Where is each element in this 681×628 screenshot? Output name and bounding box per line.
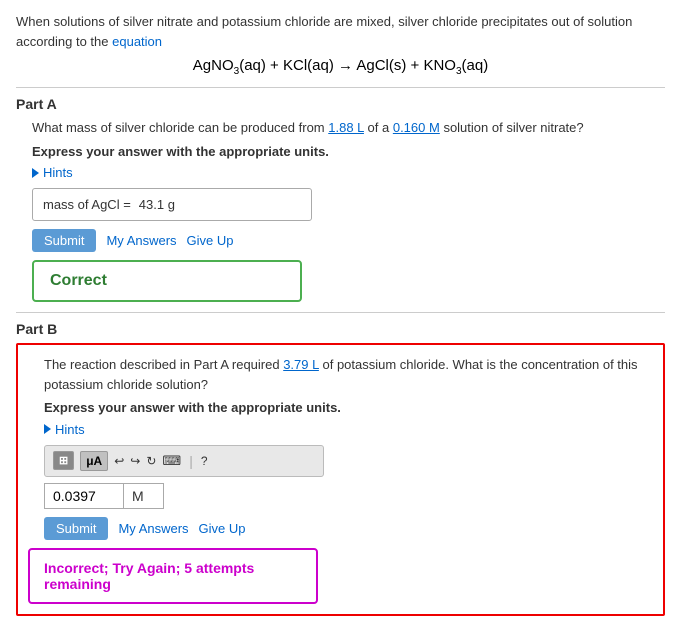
part-b-hints-label: Hints <box>55 422 85 437</box>
part-a-button-row: Submit My Answers Give Up <box>32 229 665 252</box>
intro-text: When solutions of silver nitrate and pot… <box>16 12 665 51</box>
part-a-hints-label: Hints <box>43 165 73 180</box>
part-a-answer-box: mass of AgCl = 43.1 g <box>32 188 312 221</box>
part-a-section: Part A What mass of silver chloride can … <box>16 96 665 302</box>
part-a-my-answers-link[interactable]: My Answers <box>106 233 176 248</box>
part-a-question: What mass of silver chloride can be prod… <box>32 118 665 138</box>
part-b-unit-display: M <box>124 483 164 509</box>
toolbar-redo-icon[interactable]: ↪ <box>130 454 140 468</box>
toolbar-help-icon[interactable]: ? <box>201 454 208 468</box>
part-b-question: The reaction described in Part A require… <box>44 355 653 394</box>
toolbar-undo-icon[interactable]: ↩ <box>114 454 124 468</box>
part-a-give-up-link[interactable]: Give Up <box>187 233 234 248</box>
part-b-button-row: Submit My Answers Give Up <box>44 517 653 540</box>
part-a-express: Express your answer with the appropriate… <box>32 144 665 159</box>
part-b-value-input[interactable] <box>44 483 124 509</box>
part-a-submit-button[interactable]: Submit <box>32 229 96 252</box>
part-a-answer-label: mass of AgCl = <box>43 197 131 212</box>
toolbar-refresh-icon[interactable]: ↻ <box>146 454 156 468</box>
equation: AgNO3(aq) + KCl(aq) → AgCl(s) + KNO3(aq) <box>16 57 665 77</box>
correct-banner: Correct <box>32 260 302 302</box>
part-b-section: Part B The reaction described in Part A … <box>16 321 665 616</box>
part-b-give-up-link[interactable]: Give Up <box>199 521 246 536</box>
part-b-hints-triangle-icon <box>44 424 51 434</box>
part-b-submit-button[interactable]: Submit <box>44 517 108 540</box>
toolbar-keyboard-icon[interactable]: ⌨ <box>162 453 181 469</box>
part-b-toolbar: ⊞ μA ↩ ↪ ↻ ⌨ | ? <box>44 445 324 477</box>
part-a-label: Part A <box>16 96 665 112</box>
part-b-label: Part B <box>16 321 665 337</box>
part-b-express: Express your answer with the appropriate… <box>44 400 653 415</box>
incorrect-banner: Incorrect; Try Again; 5 attempts remaini… <box>28 548 318 604</box>
toolbar-mu-button[interactable]: μA <box>80 451 108 471</box>
divider-top <box>16 87 665 88</box>
part-b-input-row: M <box>44 483 653 509</box>
part-a-hints-link[interactable]: Hints <box>32 165 73 180</box>
part-b-my-answers-link[interactable]: My Answers <box>118 521 188 536</box>
part-b-container: The reaction described in Part A require… <box>16 343 665 616</box>
toolbar-grid-button[interactable]: ⊞ <box>53 451 74 470</box>
divider-middle <box>16 312 665 313</box>
hints-triangle-icon <box>32 168 39 178</box>
part-b-hints-link[interactable]: Hints <box>44 422 85 437</box>
part-a-answer-value: 43.1 g <box>139 197 175 212</box>
